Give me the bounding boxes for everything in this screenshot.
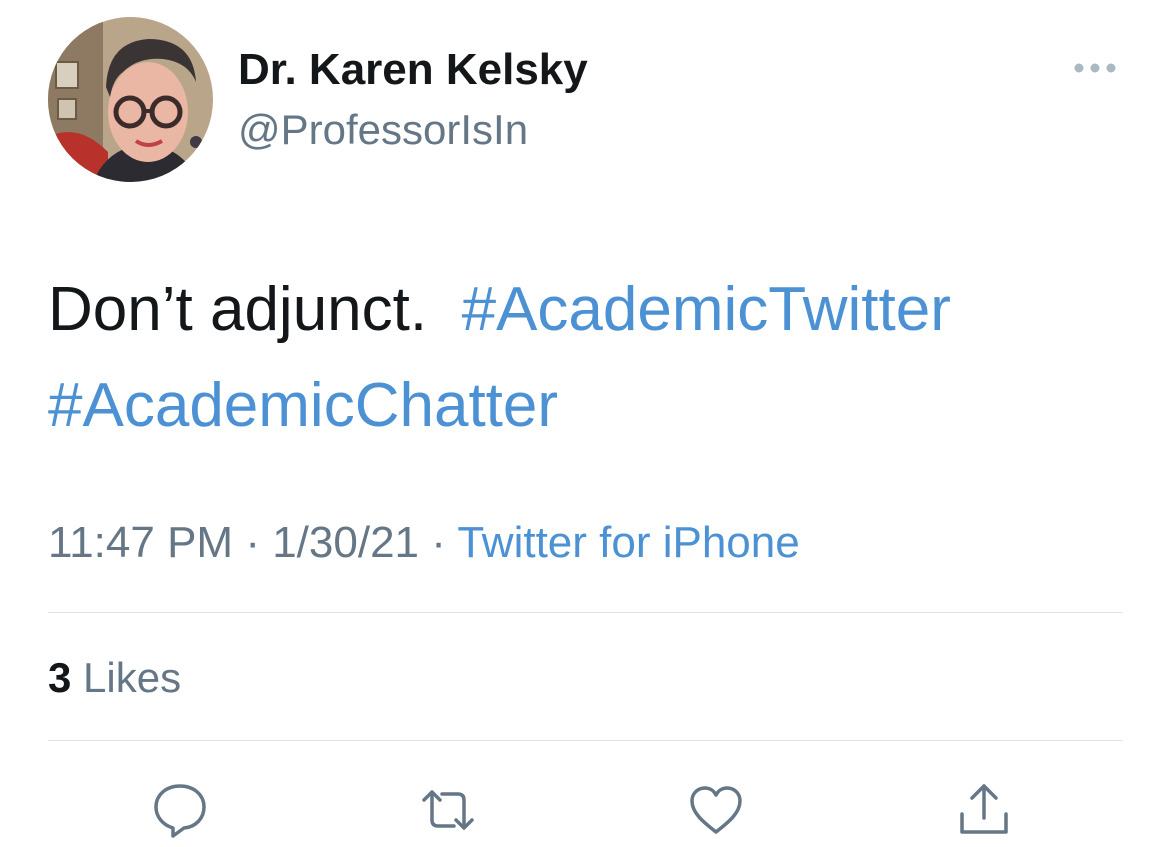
speech-bubble-icon (154, 784, 206, 838)
likes-count[interactable]: 3 Likes (48, 652, 181, 704)
like-button[interactable] (684, 778, 748, 842)
likes-number: 3 (48, 654, 72, 701)
tweet-body: Don’t adjunct. (48, 275, 428, 344)
more-options-button[interactable] (1070, 56, 1120, 80)
ellipsis-icon (1074, 63, 1116, 73)
hashtag-link[interactable]: #AcademicChatter (48, 371, 558, 440)
profile-photo (48, 17, 213, 182)
author-display-name[interactable]: Dr. Karen Kelsky (238, 44, 588, 96)
tweet-source-link[interactable]: Twitter for iPhone (457, 518, 799, 567)
meta-separator: · (431, 518, 446, 567)
divider (48, 740, 1122, 741)
reply-button[interactable] (148, 778, 212, 842)
avatar[interactable] (48, 17, 213, 182)
likes-label: Likes (83, 654, 182, 701)
tweet-metadata: 11:47 PM · 1/30/21 · Twitter for iPhone (48, 516, 800, 570)
share-icon (960, 784, 1008, 834)
retweet-icon (422, 790, 474, 830)
author-handle[interactable]: @ProfessorIsIn (238, 104, 528, 156)
tweet-date: 1/30/21 (272, 518, 420, 567)
share-button[interactable] (952, 778, 1016, 842)
hashtag-link[interactable]: #AcademicTwitter (462, 275, 951, 344)
tweet-time: 11:47 PM (48, 518, 234, 567)
tweet-text: Don’t adjunct. #AcademicTwitter #Academi… (48, 262, 1128, 454)
divider (48, 612, 1122, 613)
retweet-button[interactable] (416, 778, 480, 842)
meta-separator: · (245, 518, 260, 567)
heart-icon (690, 786, 742, 834)
